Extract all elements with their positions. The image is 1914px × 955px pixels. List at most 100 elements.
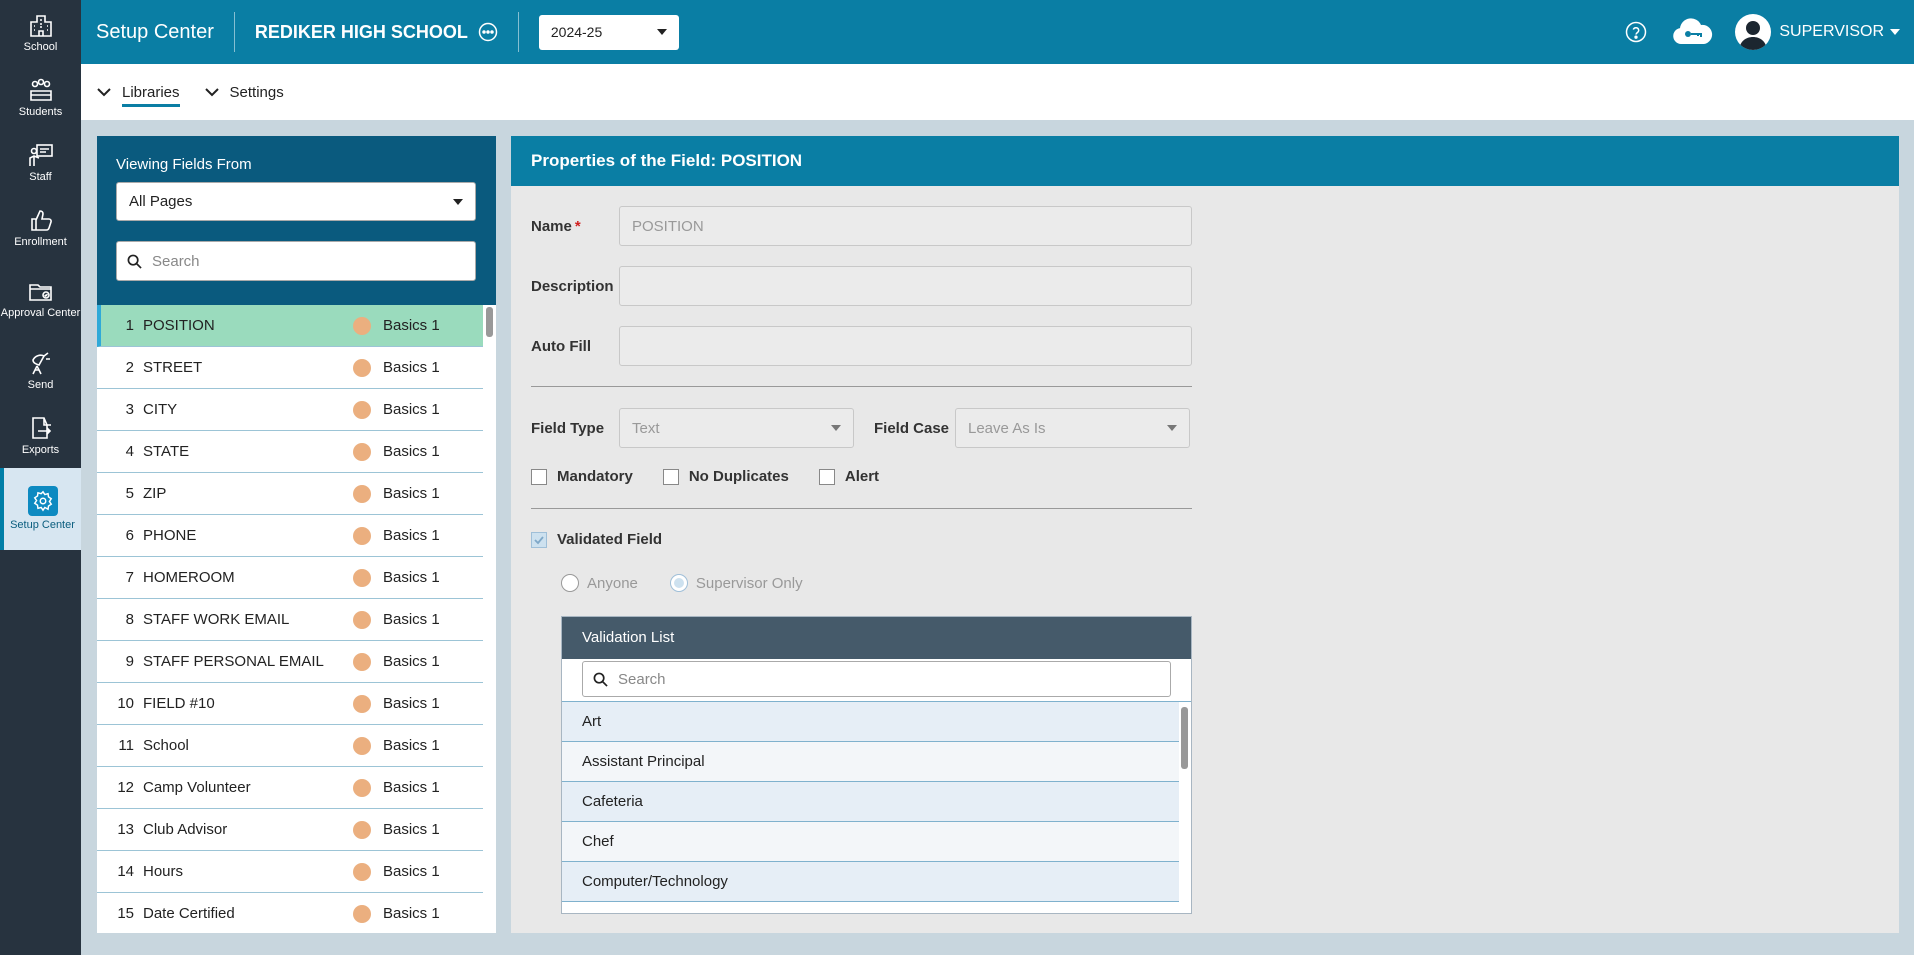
fields-search: [116, 241, 476, 281]
validation-search-input[interactable]: [618, 670, 1160, 688]
field-group: Basics 1: [383, 359, 440, 376]
tab-settings[interactable]: Settings: [204, 64, 284, 120]
mandatory-checkbox[interactable]: [531, 468, 547, 485]
tab-libraries[interactable]: Libraries: [96, 64, 180, 120]
cloud-key-icon[interactable]: [1671, 18, 1713, 46]
setup-center-icon: [27, 486, 58, 516]
status-dot-icon: [353, 862, 371, 881]
status-dot-icon: [353, 526, 371, 545]
rail-label: Students: [18, 105, 63, 118]
field-number: 1: [125, 317, 134, 334]
rail-label: Approval Center: [0, 307, 81, 319]
status-dot-icon: [353, 484, 371, 503]
field-group: Basics 1: [383, 695, 440, 712]
field-type-select[interactable]: Text: [619, 408, 854, 448]
fields-search-input[interactable]: [152, 252, 465, 270]
supervisor-only-radio[interactable]: [669, 574, 688, 592]
search-icon: [127, 254, 142, 269]
no-duplicates-checkbox[interactable]: [662, 468, 679, 485]
field-name: Club Advisor: [143, 821, 228, 838]
status-dot-icon: [353, 778, 371, 797]
description-field[interactable]: [619, 266, 1192, 306]
field-row[interactable]: 15 Date Certified Basics 1: [97, 893, 483, 933]
name-field[interactable]: POSITION: [619, 206, 1192, 246]
field-case-select[interactable]: Leave As Is: [955, 408, 1190, 448]
status-dot-icon: [353, 610, 371, 629]
validation-item[interactable]: Assistant Principal: [562, 742, 1179, 782]
field-number: 2: [125, 359, 134, 376]
field-row[interactable]: 8 STAFF WORK EMAIL Basics 1: [97, 599, 483, 641]
field-group: Basics 1: [383, 653, 440, 670]
field-row[interactable]: 3 CITY Basics 1: [97, 389, 483, 431]
validation-item[interactable]: Computer/Technology: [562, 862, 1179, 902]
field-type-label: Field Type: [531, 419, 605, 437]
scrollbar[interactable]: [1181, 707, 1188, 769]
rail-item-setup-center[interactable]: Setup Center: [0, 468, 81, 550]
supervisor-only-label: Supervisor Only: [695, 574, 803, 592]
field-row[interactable]: 7 HOMEROOM Basics 1: [97, 557, 483, 599]
validation-item[interactable]: Cafeteria: [562, 782, 1179, 822]
options-row: Mandatory No Duplicates Alert: [531, 468, 909, 485]
field-row[interactable]: 10 FIELD #10 Basics 1: [97, 683, 483, 725]
field-row[interactable]: 4 STATE Basics 1: [97, 431, 483, 473]
field-row[interactable]: 14 Hours Basics 1: [97, 851, 483, 893]
status-dot-icon: [353, 820, 371, 839]
rail-label: Enrollment: [14, 235, 67, 248]
rail-item-exports[interactable]: Exports: [0, 403, 81, 468]
field-row[interactable]: 12 Camp Volunteer Basics 1: [97, 767, 483, 809]
rail-item-approval-center[interactable]: Approval Center: [0, 260, 81, 338]
field-group: Basics 1: [383, 443, 440, 460]
help-icon[interactable]: [1625, 21, 1647, 43]
approval-center-icon: [28, 284, 52, 301]
rail-item-send[interactable]: Send: [0, 338, 81, 403]
page-select[interactable]: All Pages: [116, 182, 476, 221]
field-row[interactable]: 9 STAFF PERSONAL EMAIL Basics 1: [97, 641, 483, 683]
required-mark: *: [574, 217, 581, 235]
validated-row: Validated Field: [531, 531, 692, 548]
field-row[interactable]: 13 Club Advisor Basics 1: [97, 809, 483, 851]
field-row[interactable]: 2 STREET Basics 1: [97, 347, 483, 389]
user-menu[interactable]: SUPERVISOR: [1779, 23, 1900, 41]
autofill-row: Auto Fill: [531, 326, 1192, 366]
school-name[interactable]: REDIKER HIGH SCHOOL: [235, 22, 498, 43]
chevron-down-icon: [1890, 29, 1900, 35]
divider: [531, 386, 1192, 387]
alert-checkbox[interactable]: [818, 468, 835, 485]
field-number: 7: [125, 569, 134, 586]
rail-item-staff[interactable]: Staff: [0, 130, 81, 195]
field-name: POSITION: [143, 317, 215, 334]
status-dot-icon: [353, 694, 371, 713]
status-dot-icon: [353, 736, 371, 755]
scrollbar[interactable]: [486, 307, 493, 337]
rail-label: School: [23, 40, 58, 53]
more-options-icon[interactable]: [478, 22, 498, 42]
field-name: School: [143, 737, 189, 754]
field-number: 6: [125, 527, 134, 544]
rail-item-school[interactable]: School: [0, 0, 81, 65]
validation-item[interactable]: Art: [562, 702, 1179, 742]
autofill-field[interactable]: [619, 326, 1192, 366]
field-row[interactable]: 1 POSITION Basics 1: [97, 305, 483, 347]
field-name: Date Certified: [143, 905, 235, 922]
validation-item[interactable]: Chef: [562, 822, 1179, 862]
field-row[interactable]: 5 ZIP Basics 1: [97, 473, 483, 515]
field-number: 13: [117, 821, 134, 838]
fields-panel-header: Viewing Fields From All Pages: [97, 136, 496, 305]
field-name: CITY: [143, 401, 178, 418]
validated-field-checkbox[interactable]: [531, 531, 547, 548]
field-number: 14: [117, 863, 134, 880]
field-row[interactable]: 11 School Basics 1: [97, 725, 483, 767]
field-group: Basics 1: [383, 863, 440, 880]
field-name: STAFF WORK EMAIL: [143, 611, 290, 628]
checkmark-icon: [534, 535, 544, 544]
field-row[interactable]: 6 PHONE Basics 1: [97, 515, 483, 557]
avatar[interactable]: [1735, 14, 1772, 50]
school-year-select[interactable]: 2024-25: [538, 14, 679, 50]
field-group: Basics 1: [383, 779, 440, 796]
anyone-radio[interactable]: [561, 574, 579, 592]
staff-icon: [28, 143, 53, 166]
field-group: Basics 1: [383, 485, 440, 502]
field-number: 5: [125, 485, 134, 502]
rail-item-students[interactable]: Students: [0, 65, 81, 130]
rail-item-enrollment[interactable]: Enrollment: [0, 195, 81, 260]
